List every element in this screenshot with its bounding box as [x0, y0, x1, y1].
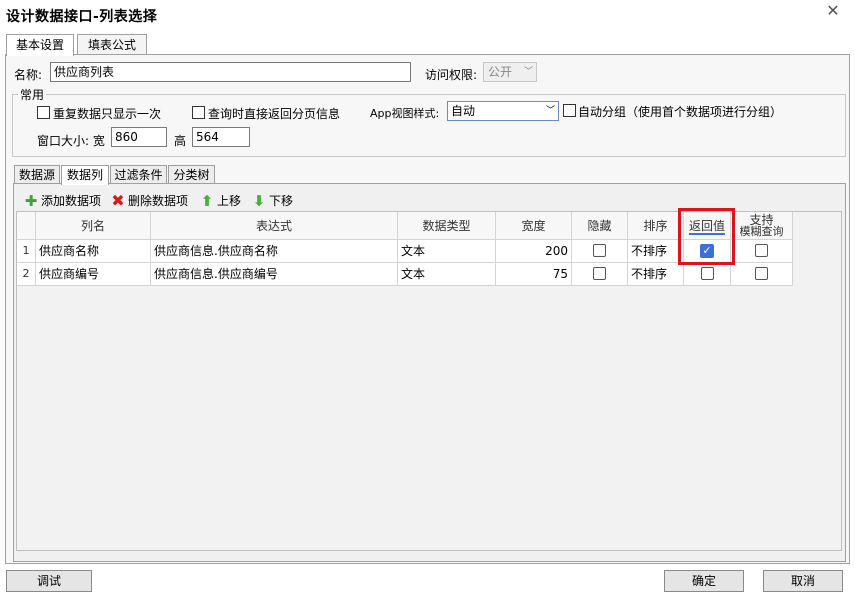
height-label: 高: [174, 134, 187, 148]
dedupe-checkbox[interactable]: [37, 106, 50, 119]
direct-page-checkbox[interactable]: [192, 106, 205, 119]
cell-expression[interactable]: 供应商信息.供应商编号: [151, 263, 398, 286]
row-number: 1: [17, 240, 36, 263]
direct-page-label: 查询时直接返回分页信息: [208, 107, 341, 121]
fuzzy-checkbox[interactable]: [755, 267, 768, 280]
cell-expression[interactable]: 供应商信息.供应商名称: [151, 240, 398, 263]
cell-return-value[interactable]: [684, 263, 731, 286]
hidden-checkbox[interactable]: [593, 267, 606, 280]
tab-basic-settings[interactable]: 基本设置: [6, 34, 74, 56]
cell-data-type[interactable]: 文本: [398, 263, 496, 286]
tab-fill-formula[interactable]: 填表公式: [77, 34, 147, 55]
header-sort[interactable]: 排序: [628, 212, 684, 240]
cell-fuzzy[interactable]: [731, 263, 793, 286]
window-size-label: 窗口大小: 宽: [37, 134, 105, 148]
app-view-label: App视图样式:: [370, 107, 440, 120]
tab-data-columns[interactable]: 数据列: [61, 165, 109, 185]
fuzzy-checkbox[interactable]: [755, 244, 768, 257]
arrow-up-icon: ⬆: [200, 191, 214, 210]
auto-group-checkbox[interactable]: [563, 104, 576, 117]
app-view-select[interactable]: 自动 ﹀: [447, 101, 559, 121]
header-hidden[interactable]: 隐藏: [572, 212, 628, 240]
cell-sort[interactable]: 不排序: [628, 263, 684, 286]
header-width[interactable]: 宽度: [496, 212, 572, 240]
cell-sort[interactable]: 不排序: [628, 240, 684, 263]
chevron-down-icon: ﹀: [523, 67, 533, 77]
move-down-button[interactable]: ⬇ 下移: [252, 192, 293, 209]
tab-category-tree[interactable]: 分类树: [168, 165, 215, 184]
move-down-label: 下移: [269, 194, 294, 208]
header-column-name[interactable]: 列名: [36, 212, 151, 240]
header-expression[interactable]: 表达式: [151, 212, 398, 240]
chevron-down-icon: ﹀: [545, 106, 555, 116]
app-view-value: 自动: [451, 104, 476, 118]
header-fuzzy[interactable]: 支持 模糊查询: [731, 212, 793, 240]
delete-item-button[interactable]: ✖ 删除数据项: [111, 192, 188, 209]
cell-column-name[interactable]: 供应商编号: [36, 263, 151, 286]
header-data-type[interactable]: 数据类型: [398, 212, 496, 240]
cell-width[interactable]: 200: [496, 240, 572, 263]
add-item-button[interactable]: ✚ 添加数据项: [24, 192, 101, 209]
width-input[interactable]: 860: [111, 127, 167, 147]
row-number: 2: [17, 263, 36, 286]
cell-fuzzy[interactable]: [731, 240, 793, 263]
access-select[interactable]: 公开 ﹀: [483, 62, 537, 82]
return-value-highlight: [678, 208, 735, 265]
cancel-button[interactable]: 取消: [763, 570, 843, 592]
cell-width[interactable]: 75: [496, 263, 572, 286]
header-fuzzy-line2: 模糊查询: [739, 225, 784, 238]
access-value: 公开: [488, 65, 513, 79]
cell-column-name[interactable]: 供应商名称: [36, 240, 151, 263]
x-icon: ✖: [111, 190, 125, 210]
auto-group-label: 自动分组（使用首个数据项进行分组）: [578, 105, 783, 119]
debug-button[interactable]: 调试: [6, 570, 92, 592]
access-label: 访问权限:: [425, 68, 478, 82]
move-up-label: 上移: [217, 194, 242, 208]
tab-datasource[interactable]: 数据源: [14, 165, 60, 184]
header-rownum: [17, 212, 36, 240]
cell-data-type[interactable]: 文本: [398, 240, 496, 263]
add-item-label: 添加数据项: [41, 194, 102, 208]
hidden-checkbox[interactable]: [593, 244, 606, 257]
cell-hidden[interactable]: [572, 240, 628, 263]
cell-hidden[interactable]: [572, 263, 628, 286]
delete-item-label: 删除数据项: [128, 194, 189, 208]
arrow-down-icon: ⬇: [252, 191, 266, 210]
window-title: 设计数据接口-列表选择: [6, 9, 158, 25]
return-value-checkbox[interactable]: [700, 267, 714, 280]
tab-filter[interactable]: 过滤条件: [110, 165, 167, 184]
move-up-button[interactable]: ⬆ 上移: [200, 192, 241, 209]
name-input[interactable]: 供应商列表: [50, 62, 411, 82]
ok-button[interactable]: 确定: [664, 570, 744, 592]
close-icon[interactable]: ✕: [824, 2, 842, 20]
plus-icon: ✚: [24, 191, 38, 210]
height-input[interactable]: 564: [192, 127, 250, 147]
dedupe-label: 重复数据只显示一次: [53, 107, 162, 121]
name-label: 名称:: [14, 68, 43, 82]
common-legend: 常用: [18, 86, 47, 103]
